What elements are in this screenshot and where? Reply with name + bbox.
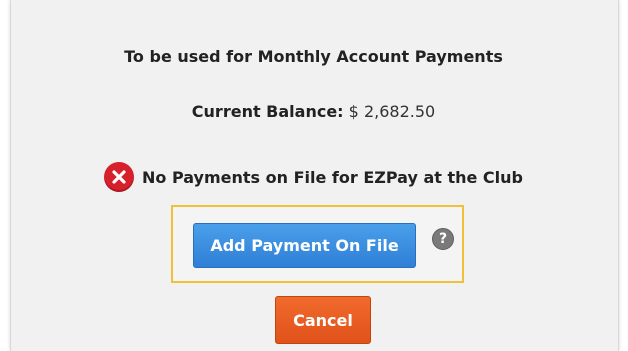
cancel-button[interactable]: Cancel — [275, 296, 371, 344]
screenshot-frame: To be used for Monthly Account Payments … — [0, 0, 628, 351]
status-message: No Payments on File for EZPay at the Clu… — [141, 167, 523, 187]
x-glyph-icon — [112, 170, 126, 184]
help-question-icon[interactable]: ? — [432, 228, 454, 250]
payment-status-row: No Payments on File for EZPay at the Clu… — [10, 160, 617, 194]
error-x-icon — [103, 162, 134, 192]
current-balance: Current Balance: $ 2,682.50 — [10, 102, 617, 121]
dialog-heading: To be used for Monthly Account Payments — [124, 47, 503, 66]
balance-label: Current Balance: — [191, 102, 344, 121]
balance-value: $ 2,682.50 — [348, 102, 436, 121]
add-payment-on-file-button[interactable]: Add Payment On File — [193, 223, 416, 268]
